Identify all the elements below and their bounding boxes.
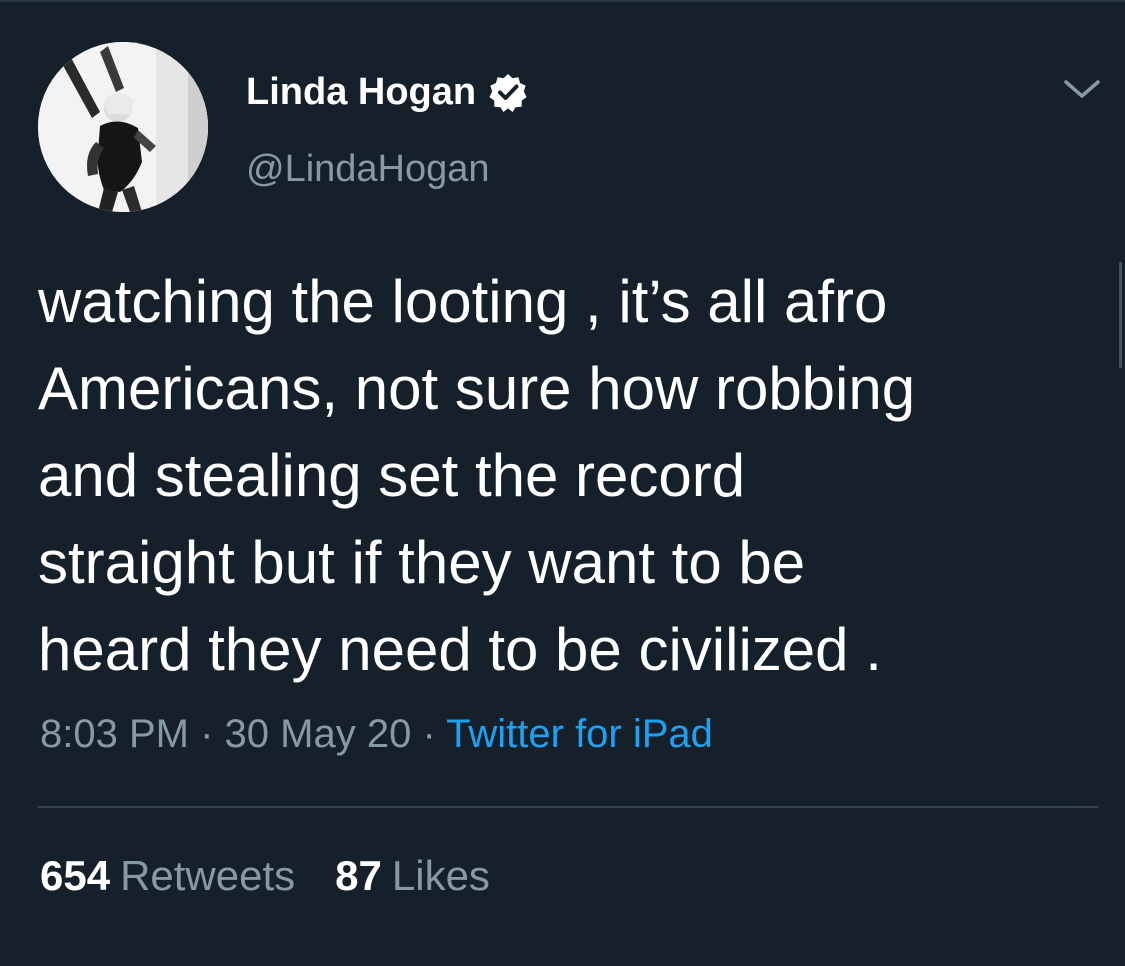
top-divider: [0, 0, 1125, 2]
likes-label: Likes: [391, 852, 490, 899]
tweet-text-line: straight but if they want to be: [38, 529, 806, 596]
author-handle[interactable]: @LindaHogan: [246, 148, 490, 191]
retweets-stat[interactable]: 654 Retweets: [40, 852, 295, 900]
likes-count: 87: [335, 852, 382, 899]
chevron-down-icon[interactable]: [1060, 74, 1104, 104]
scrollbar[interactable]: [1119, 262, 1122, 368]
author-display-name[interactable]: Linda Hogan: [246, 71, 476, 114]
meta-separator: ·: [422, 712, 447, 756]
tweet-text-line: Americans, not sure how robbing: [38, 355, 916, 422]
avatar[interactable]: [38, 42, 208, 212]
retweets-count: 654: [40, 852, 111, 899]
tweet-metadata: 8:03 PM · 30 May 20 · Twitter for iPad: [40, 712, 713, 757]
author-name-row[interactable]: Linda Hogan: [246, 68, 528, 116]
verified-badge-icon: [488, 72, 528, 112]
tweet-text-line: watching the looting , it’s all afro: [38, 268, 888, 335]
avatar-image: [38, 42, 208, 212]
meta-separator: ·: [200, 712, 225, 756]
tweet-text-line: heard they need to be civilized .: [38, 616, 882, 683]
engagement-stats: 654 Retweets 87 Likes: [40, 852, 530, 900]
tweet-date[interactable]: 30 May 20: [225, 712, 412, 756]
tweet-text: watching the looting , it’s all afro Ame…: [38, 258, 1098, 693]
tweet-text-line: and stealing set the record: [38, 442, 746, 509]
retweets-label: Retweets: [120, 852, 296, 899]
tweet-time[interactable]: 8:03 PM: [40, 712, 189, 756]
likes-stat[interactable]: 87 Likes: [335, 852, 490, 900]
divider: [38, 806, 1098, 808]
tweet-source-link[interactable]: Twitter for iPad: [446, 712, 713, 756]
